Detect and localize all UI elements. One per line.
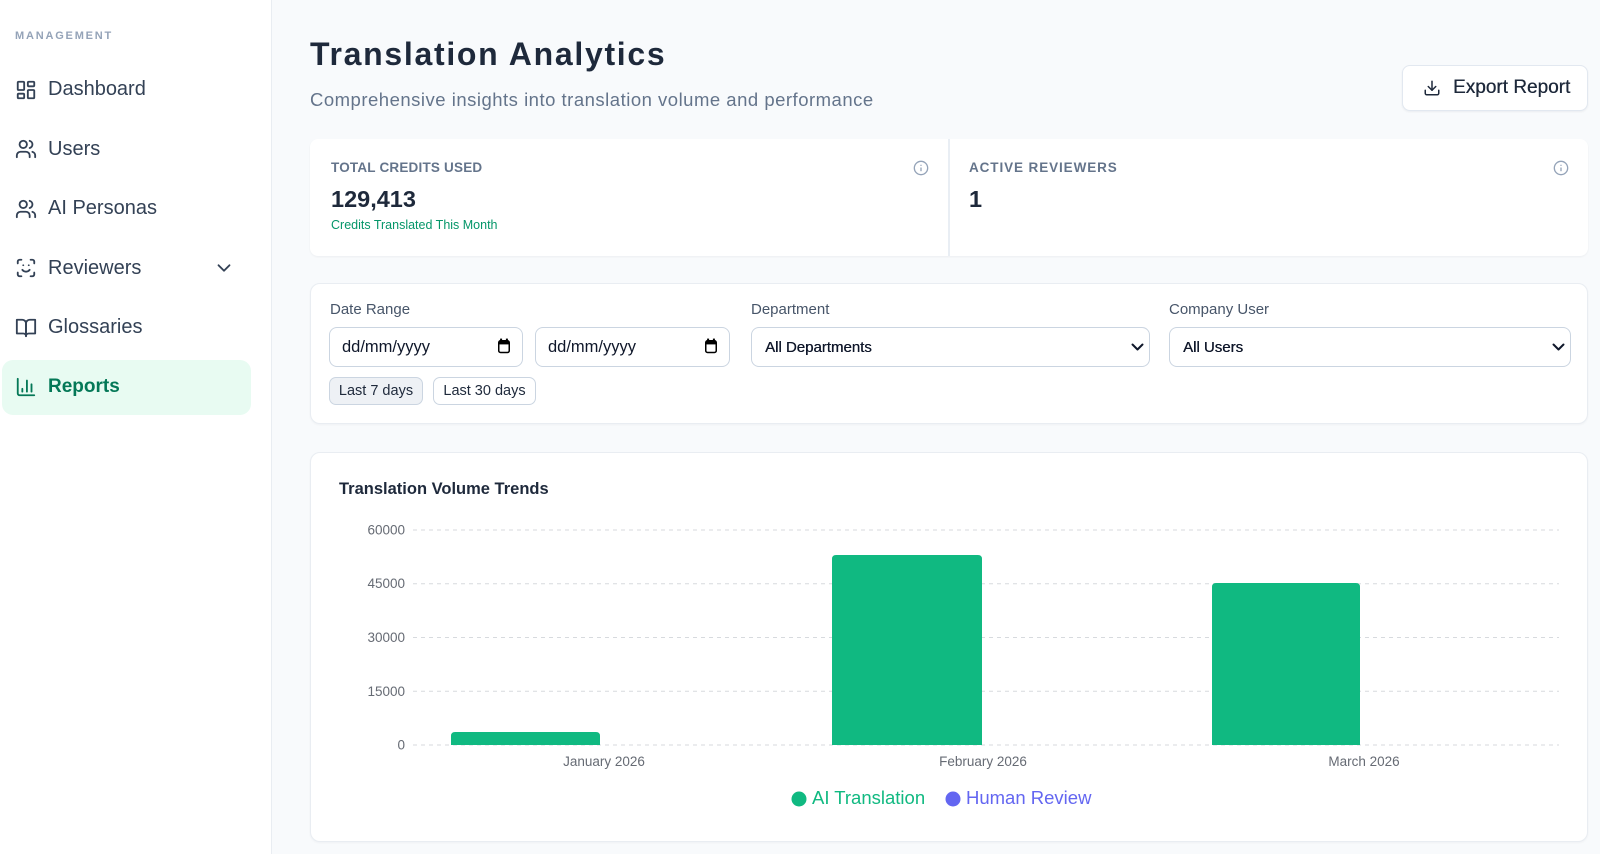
- svg-text:60000: 60000: [367, 523, 405, 538]
- svg-text:February 2026: February 2026: [939, 754, 1027, 769]
- svg-text:Human Review: Human Review: [966, 787, 1092, 808]
- svg-text:January 2026: January 2026: [563, 754, 645, 769]
- svg-text:15000: 15000: [367, 684, 405, 699]
- svg-text:30000: 30000: [367, 630, 405, 645]
- svg-text:March 2026: March 2026: [1328, 754, 1399, 769]
- svg-text:AI Translation: AI Translation: [812, 787, 925, 808]
- svg-text:45000: 45000: [367, 576, 405, 591]
- svg-text:0: 0: [397, 738, 405, 753]
